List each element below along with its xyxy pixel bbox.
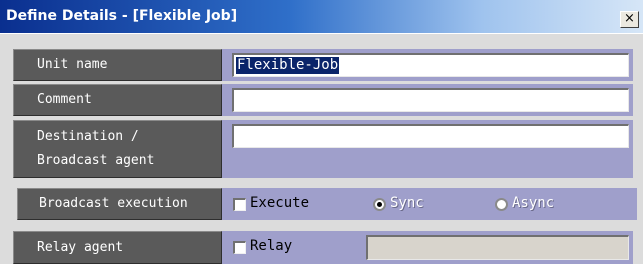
unit-name-value-area: Flexible-Job: [222, 49, 633, 81]
relay-agent-label: Relay agent: [13, 231, 222, 264]
title-bar[interactable]: Define Details - [Flexible Job] ×: [0, 0, 643, 33]
comment-input[interactable]: [232, 88, 629, 112]
unit-name-label: Unit name: [13, 49, 222, 81]
destination-value-area: [222, 120, 633, 178]
async-radio[interactable]: [495, 198, 508, 211]
define-details-window: Define Details - [Flexible Job] × Unit n…: [0, 0, 643, 264]
unit-name-label-text: Unit name: [37, 57, 108, 72]
unit-name-value: Flexible-Job: [236, 57, 340, 74]
broadcast-value-area: Execute Sync Async: [222, 188, 637, 220]
destination-input[interactable]: [232, 124, 629, 148]
sync-radio[interactable]: [373, 198, 386, 211]
broadcast-execution-label: Broadcast execution: [17, 188, 222, 220]
destination-label: Destination / Broadcast agent: [13, 120, 222, 178]
broadcast-execution-label-text: Broadcast execution: [39, 196, 188, 211]
execute-checkbox[interactable]: [233, 198, 246, 211]
relay-label[interactable]: Relay: [250, 238, 292, 254]
execute-label[interactable]: Execute: [250, 195, 309, 211]
relay-agent-input: [366, 235, 629, 260]
sync-radio-dot: [377, 202, 382, 207]
window-title: Define Details - [Flexible Job]: [6, 8, 238, 24]
relay-value-area: Relay: [222, 231, 633, 264]
sync-label[interactable]: Sync: [390, 195, 424, 211]
async-label[interactable]: Async: [512, 195, 554, 211]
relay-agent-label-text: Relay agent: [37, 240, 124, 255]
destination-label-line1: Destination /: [37, 129, 139, 144]
comment-label: Comment: [13, 84, 222, 116]
comment-value-area: [222, 84, 633, 116]
destination-label-line2: Broadcast agent: [37, 153, 155, 168]
unit-name-input[interactable]: Flexible-Job: [232, 53, 629, 77]
comment-label-text: Comment: [37, 92, 92, 107]
close-button[interactable]: ×: [620, 11, 639, 28]
relay-checkbox[interactable]: [233, 241, 246, 254]
details-panel: Unit name Flexible-Job Comment Destinati…: [0, 34, 643, 264]
